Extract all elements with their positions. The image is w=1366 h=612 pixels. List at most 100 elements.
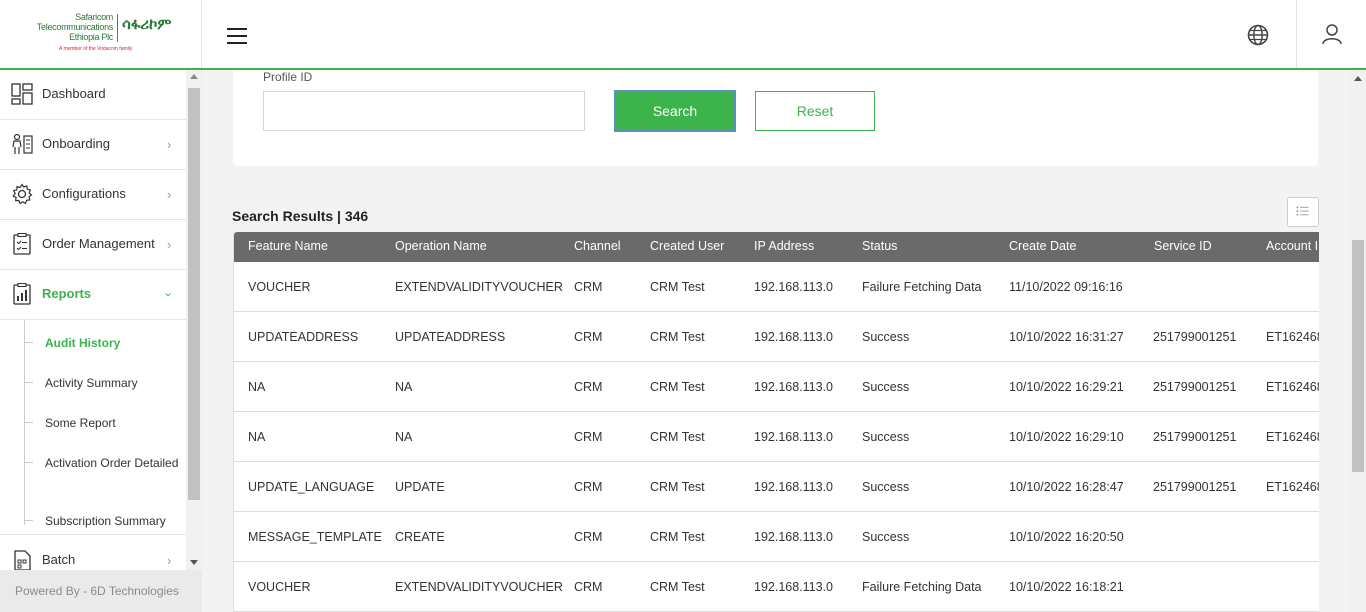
filter-card: Profile ID Search Reset [233,70,1318,166]
table-cell: ET162468 [1266,430,1319,444]
company-logo[interactable]: Safaricom Telecommunications Ethiopia Pl… [33,12,173,56]
table-cell: ET162468 [1266,330,1319,344]
sidebar-item-batch[interactable]: Batch › [0,536,186,570]
submenu-tick [24,382,33,383]
search-button[interactable]: Search [614,90,736,132]
column-header[interactable]: Service ID [1154,239,1212,253]
scroll-up-arrow-icon[interactable] [190,74,198,79]
batch-icon [14,550,31,570]
sidebar-scroll-thumb[interactable] [188,88,200,500]
column-header[interactable]: Operation Name [395,239,487,253]
submenu-label: Activity Summary [45,376,138,390]
submenu-tick [24,342,33,343]
table-cell: Failure Fetching Data [862,280,982,294]
table-cell: CRM [574,280,603,294]
table-cell: 192.168.113.0 [754,430,834,444]
globe-icon[interactable] [1247,24,1269,46]
logo-text: Safaricom Telecommunications Ethiopia Pl… [33,12,113,42]
logo-line-3: Ethiopia Plc [69,32,113,42]
submenu-label: Some Report [45,416,116,430]
logo-divider [117,14,118,42]
hamburger-menu-icon[interactable] [227,28,247,45]
column-header[interactable]: Create Date [1009,239,1076,253]
logo-line-1: Safaricom [75,12,113,22]
reports-submenu: Audit History Activity Summary Some Repo… [0,320,186,535]
table-cell: 192.168.113.0 [754,580,834,594]
table-cell: ET162468 [1266,480,1319,494]
search-results-title: Search Results | 346 [232,208,369,224]
column-header[interactable]: Feature Name [248,239,328,253]
main-scroll-thumb[interactable] [1352,240,1364,472]
table-cell: Success [862,380,910,394]
logo-line-2: Telecommunications [36,22,113,32]
sidebar-item-label: Reports [42,286,92,301]
top-bar: Safaricom Telecommunications Ethiopia Pl… [0,0,1366,70]
column-header[interactable]: IP Address [754,239,814,253]
table-row[interactable]: UPDATE_LANGUAGE UPDATE CRM CRM Test 192.168.… [234,462,1319,512]
table-cell: MESSAGE_TEMPLATE [248,530,382,544]
table-cell: CRM Test [650,330,705,344]
table-row[interactable]: MESSAGE_TEMPLATE CREATE CRM CRM Test 192.168… [234,512,1319,562]
table-row[interactable]: NA NA CRM CRM Test 192.168.113.0 Success 10/10… [234,412,1319,462]
table-cell: VOUCHER [248,580,311,594]
table-cell: Success [862,430,910,444]
table-cell: CRM Test [650,380,705,394]
sidebar-item-label: Dashboard [42,86,106,101]
submenu-tick [24,462,33,463]
table-cell: CRM Test [650,430,705,444]
sidebar-scrollbar[interactable] [186,70,202,570]
table-cell: Success [862,530,910,544]
sidebar-item-order-management[interactable]: Order Management › [0,220,186,270]
table-cell: NA [395,430,413,444]
table-row[interactable]: NA NA CRM CRM Test 192.168.113.0 Success 10/10… [234,362,1319,412]
sidebar-item-onboarding[interactable]: Onboarding › [0,120,186,170]
sidebar-item-configurations[interactable]: Configurations › [0,170,186,220]
table-cell: 251799001251 [1153,330,1237,344]
table-cell: NA [248,430,266,444]
profile-id-label: Profile ID [263,70,313,84]
submenu-label: Activation Order Detailed [45,456,179,470]
profile-id-input[interactable] [263,91,585,131]
table-cell: ET162468 [1266,380,1319,394]
main-scrollbar[interactable] [1350,70,1366,612]
scroll-up-arrow-icon[interactable] [1354,76,1362,81]
table-cell: CRM Test [650,580,705,594]
table-cell: EXTENDVALIDITYVOUCHER [395,580,563,594]
user-profile-icon[interactable] [1321,23,1343,45]
logo-amharic: ሳፋሪኮም [122,16,172,33]
table-cell: EXTENDVALIDITYVOUCHER [395,280,563,294]
column-header[interactable]: Account ID [1266,239,1319,253]
table-cell: CRM Test [650,480,705,494]
sidebar-item-dashboard[interactable]: Dashboard [0,70,186,120]
table-header: Feature Name Operation Name Channel Crea… [234,232,1319,262]
column-header[interactable]: Created User [650,239,724,253]
column-header[interactable]: Channel [574,239,621,253]
reset-button[interactable]: Reset [755,91,875,131]
table-row[interactable]: UPDATEADDRESS UPDATEADDRESS CRM CRM Test 192… [234,312,1319,362]
topbar-divider [1296,0,1297,68]
submenu-tick [24,422,33,423]
table-cell: 251799001251 [1153,430,1237,444]
scroll-down-arrow-icon[interactable] [190,560,198,565]
table-cell: 192.168.113.0 [754,280,834,294]
sidebar-item-reports[interactable]: Reports › [0,270,186,320]
chevron-right-icon: › [167,237,172,252]
powered-by-text: Powered By - 6D Technologies [15,584,179,598]
table-cell: 192.168.113.0 [754,530,834,544]
table-cell: CRM [574,380,603,394]
sidebar-item-label: Order Management [42,236,155,251]
table-cell: 10/10/2022 16:28:47 [1009,480,1124,494]
sidebar-item-label: Onboarding [42,136,110,151]
submenu-tick [24,520,33,521]
order-icon [13,233,31,255]
table-row[interactable]: VOUCHER EXTENDVALIDITYVOUCHER CRM CRM Test 1… [234,562,1319,612]
column-settings-list-icon[interactable] [1287,197,1319,227]
table-row[interactable]: VOUCHER EXTENDVALIDITYVOUCHER CRM CRM Test 1… [234,262,1319,312]
table-cell: 251799001251 [1153,380,1237,394]
table-cell: VOUCHER [248,280,311,294]
column-header[interactable]: Status [862,239,897,253]
table-cell: CRM Test [650,530,705,544]
table-cell: NA [395,380,413,394]
table-cell: Success [862,480,910,494]
submenu-label: Subscription Summary [45,514,166,528]
